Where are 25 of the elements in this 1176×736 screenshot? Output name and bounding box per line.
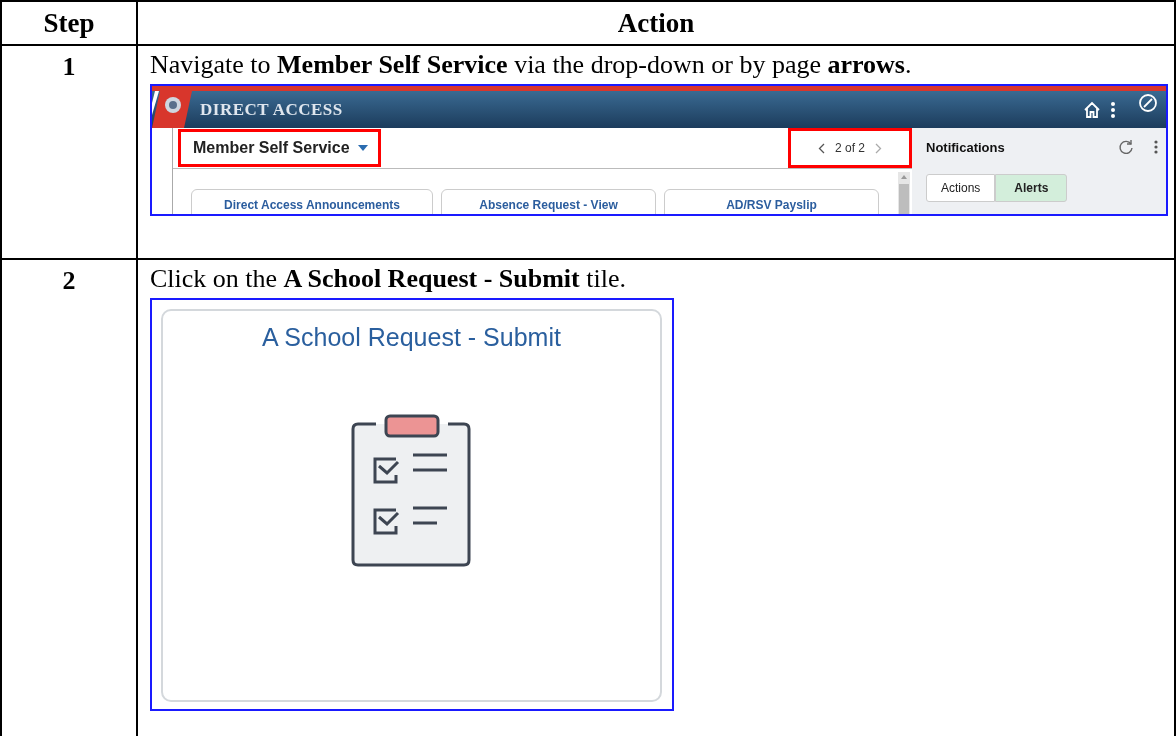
request-tile[interactable]: A School Request - Submit [161, 309, 662, 702]
app-title: DIRECT ACCESS [200, 99, 343, 120]
app-tile[interactable]: Absence Request - View [441, 189, 656, 214]
page-indicator: 2 of 2 [835, 141, 865, 155]
caret-icon [357, 145, 368, 151]
step-number: 1 [62, 52, 76, 83]
notification-tab[interactable]: Alerts [995, 174, 1068, 202]
clipboard-checklist-icon [349, 414, 474, 568]
more-icon[interactable] [1110, 99, 1116, 120]
app-tile[interactable]: AD/RSV Payslip [664, 189, 879, 214]
step-number: 2 [62, 266, 76, 297]
scrollbar[interactable] [898, 172, 910, 214]
refresh-icon[interactable] [1118, 139, 1134, 155]
instruction-text: Navigate to Member Self Service via the drop-down or by page arrows. [150, 50, 912, 80]
chevron-left-icon[interactable] [818, 142, 825, 154]
app-tile[interactable]: Direct Access Announcements [191, 189, 433, 214]
column-header: Action [617, 7, 695, 39]
more-icon[interactable] [1154, 139, 1158, 155]
homepage-dropdown[interactable]: Member Self Service [178, 129, 381, 167]
home-icon[interactable] [1082, 99, 1102, 120]
instruction-text: Click on the A School Request - Submit tile. [150, 264, 626, 294]
tile-title: A School Request - Submit [262, 323, 561, 352]
column-header: Step [43, 7, 95, 39]
notifications-title: Notifications [926, 139, 1006, 155]
notification-tab[interactable]: Actions [926, 174, 996, 202]
